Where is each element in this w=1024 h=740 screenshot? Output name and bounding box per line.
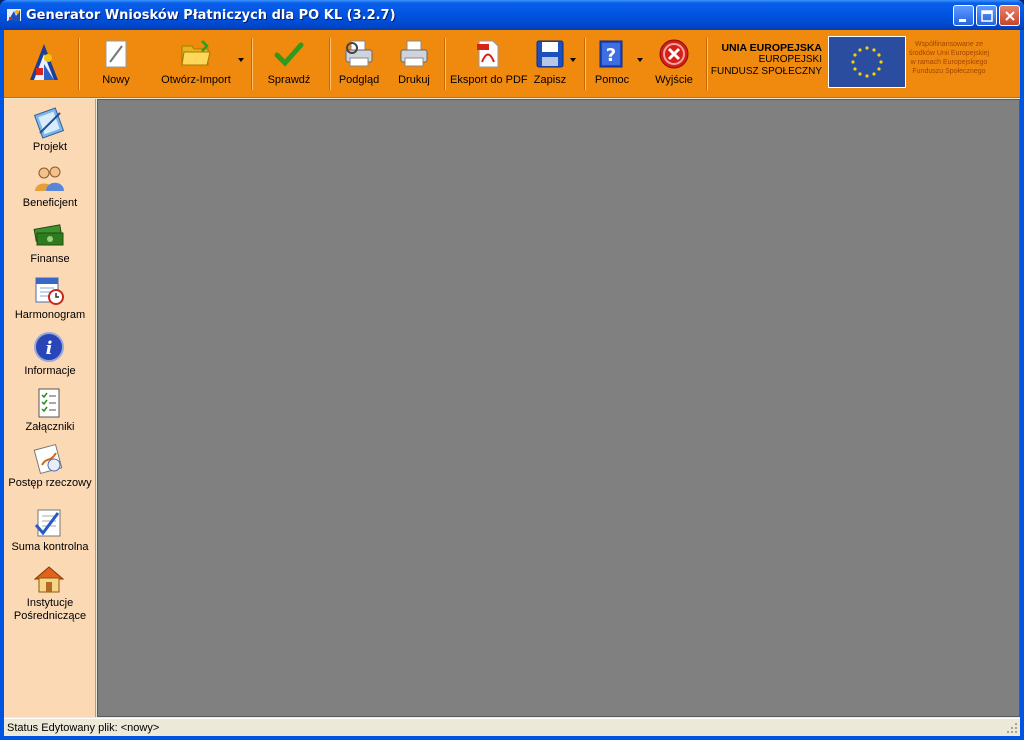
checkmark-icon	[274, 42, 304, 67]
svg-text:i: i	[46, 338, 53, 359]
printer-icon	[400, 40, 428, 67]
eu-fund-label-2: FUNDUSZ SPOŁECZNY	[710, 66, 822, 77]
new-document-icon	[105, 40, 127, 68]
workspace-area	[97, 99, 1020, 717]
title-bar[interactable]: Generator Wniosków Płatniczych dla PO KL…	[0, 0, 1024, 30]
sidebar-item-beneficiary[interactable]: Beneficjent	[4, 163, 96, 211]
print-button[interactable]: Drukuj	[394, 34, 434, 94]
app-window: Generator Wniosków Płatniczych dla PO KL…	[0, 0, 1024, 740]
eu-union-label: UNIA EUROPEJSKA	[721, 42, 822, 54]
sidebar-item-finance[interactable]: Finanse	[4, 219, 96, 267]
close-icon	[1005, 11, 1015, 21]
resize-grip-icon[interactable]	[1006, 722, 1018, 734]
open-dropdown-arrow-icon[interactable]	[238, 58, 244, 62]
attachments-icon	[38, 388, 60, 418]
toolbar-separator	[251, 38, 253, 90]
floppy-disk-icon	[536, 40, 564, 68]
toolbar-separator	[584, 38, 586, 90]
client-area: Nowy Otwórz-Import Sprawdź Podgląd Druku…	[4, 30, 1020, 736]
save-dropdown-arrow-icon[interactable]	[570, 58, 576, 62]
status-text: Status Edytowany plik: <nowy>	[7, 722, 160, 734]
eu-flag-icon	[828, 36, 906, 88]
checksum-icon	[34, 509, 61, 537]
eu-text-block: UNIA EUROPEJSKA EUROPEJSKI FUNDUSZ SPOŁE…	[710, 42, 822, 78]
toolbar-separator	[444, 38, 446, 90]
progress-icon	[33, 443, 63, 475]
eu-stars	[851, 46, 883, 78]
exit-icon	[659, 39, 689, 69]
new-button[interactable]: Nowy	[94, 34, 138, 94]
toolbar-separator	[706, 38, 708, 90]
sidebar-item-label: Beneficjent	[22, 197, 78, 209]
beneficiary-icon	[35, 166, 64, 191]
pokl-logo-icon	[28, 40, 60, 84]
schedule-icon	[35, 277, 64, 305]
preview-button[interactable]: Podgląd	[338, 34, 380, 94]
pdf-icon	[477, 40, 499, 68]
print-label: Drukuj	[398, 74, 430, 86]
sidebar-item-label: Harmonogram	[14, 309, 86, 321]
save-button[interactable]: Zapisz	[530, 34, 570, 94]
sidebar-item-progress[interactable]: Postęp rzeczowy	[4, 443, 96, 499]
exit-button[interactable]: Wyjście	[652, 34, 696, 94]
maximize-icon	[981, 10, 993, 22]
status-bar: Status Edytowany plik: <nowy>	[4, 718, 1020, 736]
help-label: Pomoc	[594, 74, 630, 86]
sidebar-item-label: Projekt	[32, 141, 68, 153]
minimize-button[interactable]	[953, 5, 974, 26]
money-icon	[33, 224, 64, 246]
sidebar-item-label: Informacje	[24, 365, 76, 377]
sidebar-item-label: Załączniki	[25, 421, 75, 433]
sidebar-item-label: Suma kontrolna	[11, 541, 89, 553]
check-label: Sprawdź	[267, 74, 311, 86]
open-import-button[interactable]: Otwórz-Import	[156, 34, 236, 94]
app-icon	[7, 9, 21, 21]
toolbar-separator	[329, 38, 331, 90]
window-title: Generator Wniosków Płatniczych dla PO KL…	[26, 8, 396, 23]
toolbar-separator	[78, 38, 80, 90]
exit-label: Wyjście	[655, 74, 693, 86]
maximize-button[interactable]	[976, 5, 997, 26]
minimize-icon	[959, 19, 966, 22]
preview-label: Podgląd	[338, 74, 380, 86]
sidebar-item-label: Postęp rzeczowy	[8, 477, 92, 489]
help-question-icon: ?	[599, 40, 623, 68]
project-icon	[33, 107, 65, 139]
toolbar: Nowy Otwórz-Import Sprawdź Podgląd Druku…	[4, 30, 1020, 98]
export-pdf-label: Eksport do PDF	[450, 74, 528, 86]
sidebar-item-label: Instytucje Pośredniczące	[13, 597, 87, 622]
check-button[interactable]: Sprawdź	[264, 34, 314, 94]
eu-fund-label-1: EUROPEJSKI	[758, 54, 822, 65]
sidebar-item-checksum[interactable]: Suma kontrolna	[4, 507, 96, 555]
open-import-label: Otwórz-Import	[161, 74, 231, 86]
eu-cofinancing-note: Współfinansowane ze środków Unii Europej…	[908, 41, 990, 75]
print-preview-icon	[345, 40, 373, 67]
institutions-icon	[33, 566, 65, 593]
info-icon: i	[34, 332, 64, 362]
export-pdf-button[interactable]: Eksport do PDF	[450, 34, 528, 94]
folder-icon	[181, 40, 211, 66]
sidebar-item-schedule[interactable]: Harmonogram	[4, 275, 96, 323]
svg-text:?: ?	[606, 45, 616, 66]
sidebar-item-attachments[interactable]: Załączniki	[4, 387, 96, 435]
sidebar: Projekt Beneficjent Finanse Harmonogram …	[4, 99, 96, 717]
sidebar-item-information[interactable]: i Informacje	[4, 331, 96, 379]
help-button[interactable]: ? Pomoc	[592, 34, 632, 94]
sidebar-item-project[interactable]: Projekt	[4, 107, 96, 155]
save-label: Zapisz	[533, 74, 567, 86]
sidebar-item-institutions[interactable]: Instytucje Pośredniczące	[4, 563, 96, 627]
close-button[interactable]	[999, 5, 1020, 26]
new-label: Nowy	[102, 74, 130, 86]
help-dropdown-arrow-icon[interactable]	[637, 58, 643, 62]
sidebar-item-label: Finanse	[30, 253, 70, 265]
